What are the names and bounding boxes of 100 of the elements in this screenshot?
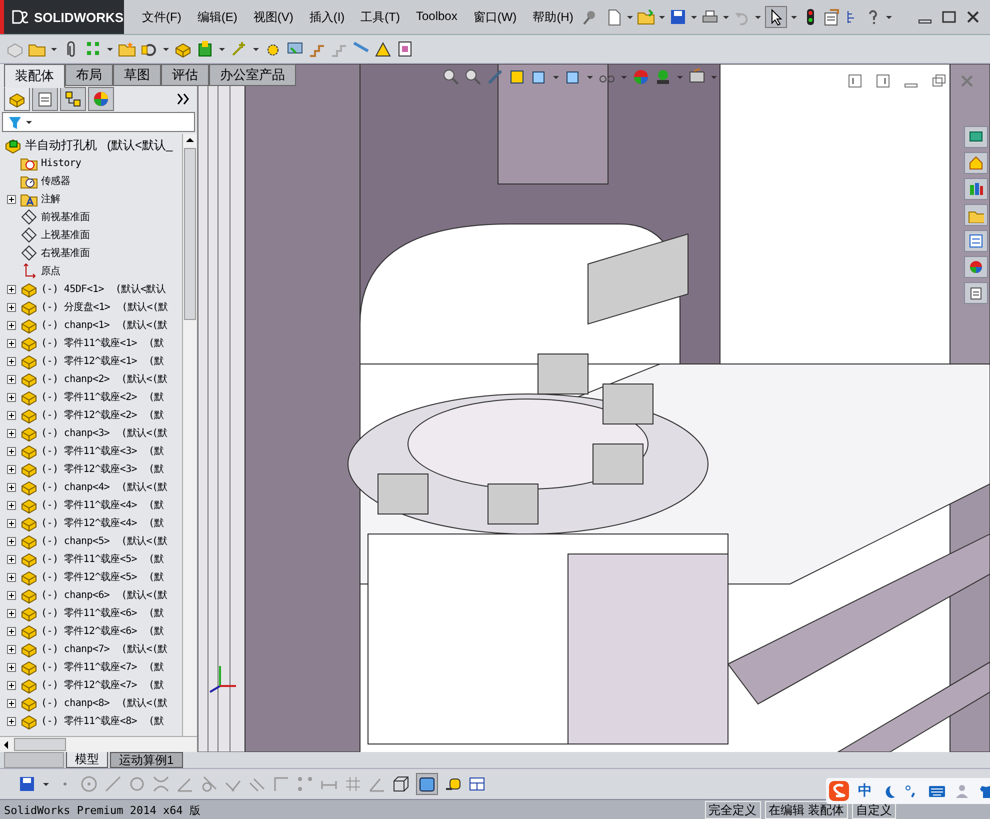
command-tab[interactable]: 装配体 (4, 64, 65, 88)
tree-item[interactable]: 上视基准面 (41, 228, 90, 242)
scrollbar[interactable] (0, 736, 197, 752)
shaded-view-button[interactable] (416, 773, 438, 795)
tree-item[interactable]: 传感器 (41, 174, 70, 188)
scrollbar[interactable] (182, 134, 197, 736)
tree-item[interactable]: 前视基准面 (41, 210, 90, 224)
dots-icon[interactable] (296, 775, 314, 793)
expand-icon[interactable] (7, 464, 16, 474)
tree-item[interactable]: (-) 零件11^载座<3> (默 (41, 444, 164, 458)
tree-item[interactable]: (-) 零件11^载座<6> (默 (41, 606, 164, 620)
tree-item[interactable]: (-) 零件11^载座<5> (默 (41, 552, 164, 566)
library-tab[interactable] (964, 178, 988, 200)
expand-icon[interactable] (7, 554, 16, 564)
expand-icon[interactable] (7, 608, 16, 618)
tree-item[interactable]: (-) chanp<5> (默认<(默 (41, 534, 168, 548)
scrollbar-thumb[interactable] (184, 148, 196, 320)
expand-icon[interactable] (7, 698, 16, 708)
tree-item[interactable]: (-) chanp<6> (默认<(默 (41, 588, 168, 602)
tree-item[interactable]: (-) 零件12^载座<4> (默 (41, 516, 164, 530)
tree-item[interactable]: (-) chanp<8> (默认<(默 (41, 696, 168, 710)
tree-item[interactable]: (-) 45DF<1> (默认<默认 (41, 282, 166, 296)
table-icon[interactable] (468, 775, 486, 793)
expand-icon[interactable] (7, 518, 16, 528)
options-icon[interactable] (822, 8, 840, 26)
expand-icon[interactable] (7, 392, 16, 402)
tree-item[interactable]: 注解 (41, 192, 60, 206)
command-tab[interactable]: 评估 (161, 64, 209, 86)
tree-item[interactable]: (-) 零件12^载座<6> (默 (41, 624, 164, 638)
tree-item[interactable]: (-) 零件11^载座<7> (默 (41, 660, 164, 674)
filter-field[interactable] (2, 112, 195, 132)
command-tab[interactable]: 布局 (65, 64, 113, 86)
tree-item[interactable]: (-) 零件12^载座<5> (默 (41, 570, 164, 584)
property-tab[interactable] (32, 87, 58, 111)
tree-item[interactable]: (-) 零件12^载座<2> (默 (41, 408, 164, 422)
expand-icon[interactable] (7, 410, 16, 420)
expand-icon[interactable] (7, 500, 16, 510)
menu-item[interactable]: 窗口(W) (465, 8, 525, 26)
tree-item[interactable]: (-) 分度盘<1> (默认<(默 (41, 300, 168, 314)
tree-item[interactable]: (-) 零件11^载座<1> (默 (41, 336, 164, 350)
expand-icon[interactable] (7, 662, 16, 672)
resources-tab[interactable] (964, 126, 988, 148)
expand-icon[interactable] (7, 680, 16, 690)
tile-left-icon[interactable] (846, 72, 864, 90)
keyboard-icon[interactable] (928, 783, 946, 799)
expand-icon[interactable] (7, 572, 16, 582)
expand-icon[interactable] (7, 374, 16, 384)
bottom-tab[interactable]: 运动算例1 (110, 752, 183, 768)
tile-right-icon[interactable] (874, 72, 892, 90)
expand-icon[interactable] (7, 446, 16, 456)
properties-tab[interactable] (964, 282, 988, 304)
command-tab[interactable]: 办公室产品 (209, 64, 296, 86)
menu-item[interactable]: 编辑(E) (189, 8, 246, 26)
tree-item[interactable]: (-) chanp<3> (默认<(默 (41, 426, 168, 440)
tree-item[interactable]: 右视基准面 (41, 246, 90, 260)
feature-tree-tab[interactable] (4, 87, 30, 111)
tree-item[interactable]: (-) chanp<2> (默认<(默 (41, 372, 168, 386)
expand-icon[interactable] (7, 590, 16, 600)
expand-icon[interactable] (7, 536, 16, 546)
tree-item[interactable]: (-) 零件12^载座<7> (默 (41, 678, 164, 692)
expand-icon[interactable] (7, 194, 16, 204)
tree-item[interactable]: (-) chanp<4> (默认<(默 (41, 480, 168, 494)
expand-icon[interactable] (7, 284, 16, 294)
expand-icon[interactable] (7, 626, 16, 636)
configuration-tab[interactable] (60, 87, 86, 111)
zoom-fit-icon[interactable] (442, 68, 460, 86)
input-mode-toggle[interactable]: 中 (858, 782, 872, 800)
expand-icon[interactable] (7, 320, 16, 330)
tree-item[interactable]: 半自动打孔机 (默认<默认_ (25, 136, 173, 154)
menu-item[interactable]: 帮助(H) (524, 8, 582, 26)
expand-icon[interactable] (7, 716, 16, 726)
expand-icon[interactable] (7, 428, 16, 438)
expand-icon[interactable] (7, 338, 16, 348)
expand-icon[interactable] (7, 302, 16, 312)
folder-star-icon[interactable] (118, 40, 136, 58)
tree-item[interactable]: 原点 (41, 264, 60, 278)
expand-icon[interactable] (7, 644, 16, 654)
command-tab[interactable]: 草图 (113, 64, 161, 86)
menu-item[interactable]: 插入(I) (301, 8, 353, 26)
warning-icon[interactable] (374, 40, 392, 58)
home-tab[interactable] (964, 152, 988, 174)
tree-item[interactable]: (-) 零件11^载座<2> (默 (41, 390, 164, 404)
tree-item[interactable]: (-) 零件11^载座<8> (默 (41, 714, 164, 728)
menu-item[interactable]: Toolbox (408, 8, 466, 26)
explorer-tab[interactable] (964, 204, 988, 226)
display-tab[interactable] (88, 87, 114, 111)
cube-icon[interactable] (392, 775, 410, 793)
menu-item[interactable]: 文件(F) (134, 8, 190, 26)
tree-item[interactable]: (-) 零件12^载座<1> (默 (41, 354, 164, 368)
palette-tab[interactable] (964, 230, 988, 252)
tree-item[interactable]: History (41, 158, 82, 168)
expand-icon[interactable] (7, 356, 16, 366)
menu-item[interactable]: 工具(T) (352, 8, 408, 26)
save-icon[interactable] (669, 8, 688, 26)
scrollbar-thumb[interactable] (14, 738, 66, 751)
expand-icon[interactable] (7, 482, 16, 492)
save-icon[interactable] (18, 775, 36, 793)
tree-item[interactable]: (-) 零件12^载座<3> (默 (41, 462, 164, 476)
zoom-area-icon[interactable] (464, 68, 482, 86)
menu-item[interactable]: 视图(V) (245, 8, 302, 26)
